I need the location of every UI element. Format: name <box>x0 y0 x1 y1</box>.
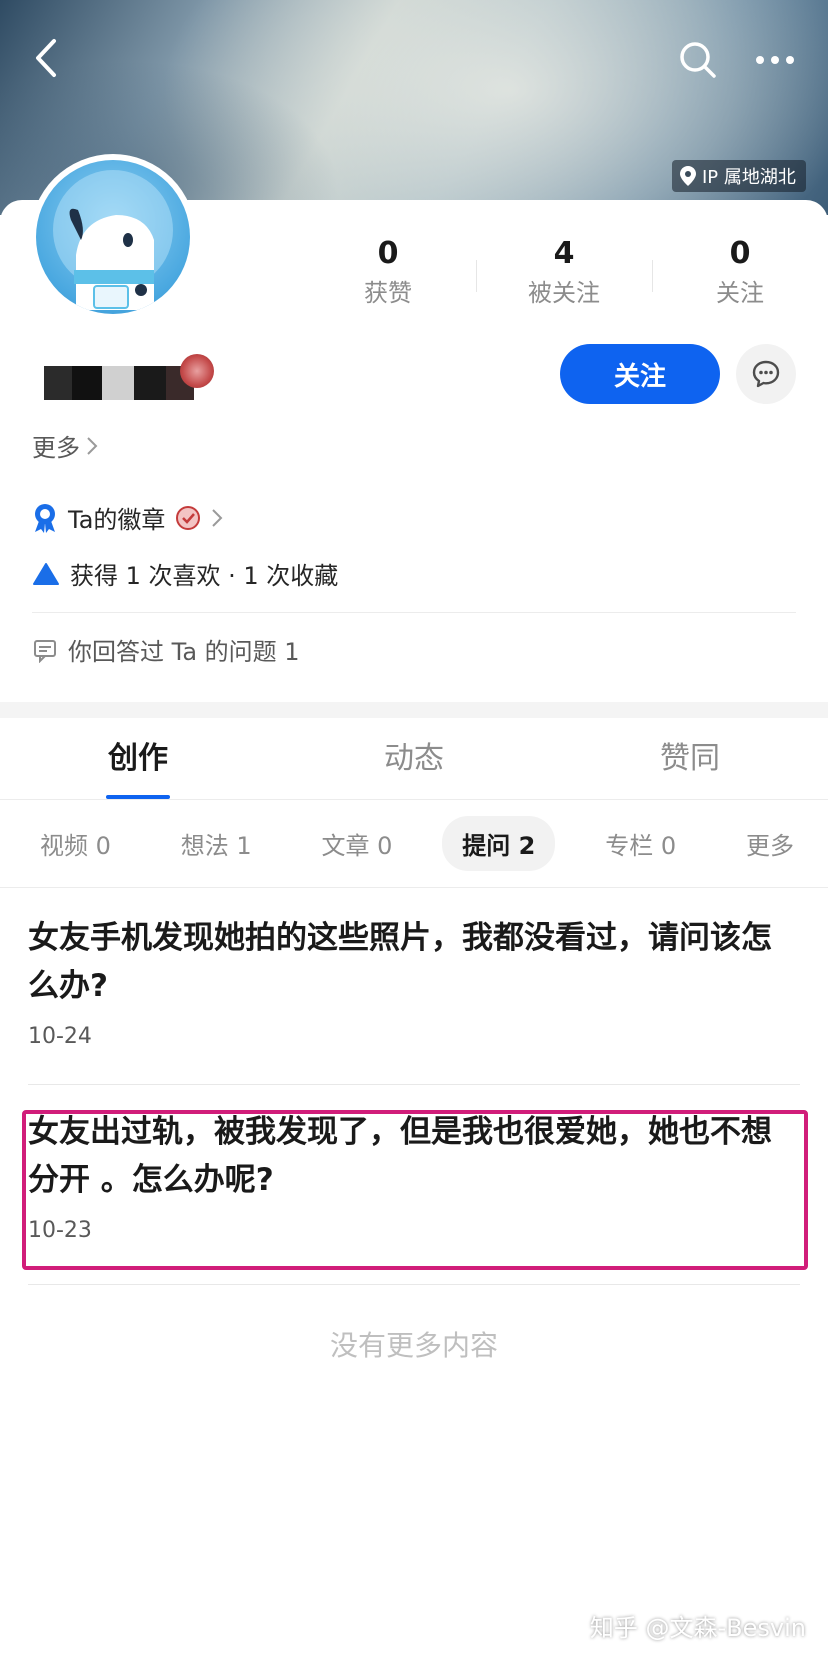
more-options-button[interactable] <box>748 34 802 86</box>
profile-more-link[interactable]: 更多 <box>32 428 98 463</box>
end-of-list-text: 没有更多内容 <box>329 1329 498 1362</box>
stat-value: 0 <box>729 236 751 271</box>
chevron-left-icon <box>36 39 56 77</box>
list-item[interactable]: 女友出过轨，被我发现了，但是我也很爱她，她也不想分开 。怎么办呢? 10-23 <box>28 1108 800 1243</box>
back-button[interactable] <box>22 32 70 84</box>
watermark: 知乎 @文森-Besvin <box>589 1614 806 1642</box>
question-title: 女友手机发现她拍的这些照片，我都没看过，请问该怎么办? <box>28 920 772 1004</box>
content-type-tabs: 视频 0 想法 1 文章 0 提问 2 专栏 0 更多 <box>0 800 828 888</box>
chevron-right-icon <box>212 508 223 527</box>
list-item[interactable]: 女友手机发现她拍的这些照片，我都没看过，请问该怎么办? 10-24 <box>28 914 800 1049</box>
likes-summary-text: 获得 1 次喜欢 · 1 次收藏 <box>70 562 339 590</box>
subtab-thoughts[interactable]: 想法 1 <box>161 816 272 871</box>
location-pin-icon <box>680 166 696 186</box>
question-date: 10-23 <box>28 1218 92 1243</box>
stat-following[interactable]: 0 关注 <box>652 236 828 316</box>
avatar[interactable] <box>30 154 196 320</box>
stat-label: 关注 <box>716 279 764 307</box>
badge-thumbnail-icon <box>176 505 201 530</box>
search-button[interactable] <box>672 34 724 86</box>
subtab-questions[interactable]: 提问 2 <box>442 816 556 871</box>
chat-bubble-icon <box>752 360 780 388</box>
subtab-articles[interactable]: 文章 0 <box>302 816 413 871</box>
ip-location-text: IP 属地湖北 <box>702 167 796 188</box>
user-badge-icon <box>180 354 214 388</box>
follow-button[interactable]: 关注 <box>560 344 720 404</box>
subtab-columns[interactable]: 专栏 0 <box>585 816 696 871</box>
chevron-right-icon <box>87 436 98 455</box>
ellipsis-icon <box>756 56 794 64</box>
divider <box>28 1284 800 1285</box>
avatar-image <box>36 160 190 314</box>
question-date: 10-24 <box>28 1024 92 1049</box>
stat-value: 0 <box>377 236 399 271</box>
badges-row[interactable]: Ta的徽章 <box>32 500 223 535</box>
profile-stats: 0 获赞 4 被关注 0 关注 <box>300 236 828 316</box>
stat-value: 4 <box>553 236 575 271</box>
likes-summary-row: 获得 1 次喜欢 · 1 次收藏 <box>32 556 338 591</box>
stat-label: 被关注 <box>528 279 600 307</box>
badges-label: Ta的徽章 <box>68 506 166 534</box>
tab-activity[interactable]: 动态 <box>276 718 552 799</box>
answered-questions-text: 你回答过 Ta 的问题 1 <box>68 638 300 666</box>
triangle-up-icon <box>33 562 59 585</box>
stat-label: 获赞 <box>364 279 412 307</box>
tab-creations[interactable]: 创作 <box>0 718 276 799</box>
divider <box>28 1084 800 1085</box>
stat-followers[interactable]: 4 被关注 <box>476 236 652 316</box>
comment-icon <box>34 639 56 663</box>
tab-upvoted[interactable]: 赞同 <box>552 718 828 799</box>
main-tabs: 创作 动态 赞同 <box>0 718 828 800</box>
subtab-more[interactable]: 更多 <box>726 816 814 871</box>
ip-location-badge: IP 属地湖北 <box>672 160 806 192</box>
search-icon <box>680 42 716 78</box>
question-title: 女友出过轨，被我发现了，但是我也很爱她，她也不想分开 。怎么办呢? <box>28 1114 772 1198</box>
subtab-videos[interactable]: 视频 0 <box>20 816 131 871</box>
message-button[interactable] <box>736 344 796 404</box>
divider <box>32 612 796 613</box>
section-separator <box>0 702 828 718</box>
stat-likes-received[interactable]: 0 获赞 <box>300 236 476 316</box>
answered-questions-row[interactable]: 你回答过 Ta 的问题 1 <box>32 632 300 667</box>
more-label: 更多 <box>32 434 80 462</box>
medal-icon <box>35 503 55 533</box>
